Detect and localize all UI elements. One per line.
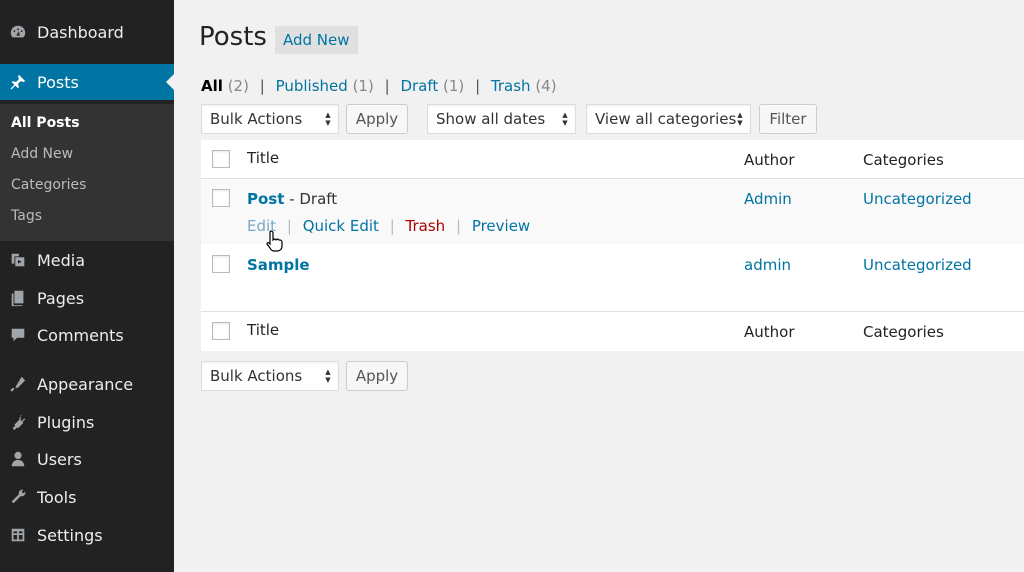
action-separator: |	[286, 217, 292, 235]
pages-icon	[8, 288, 28, 308]
post-title-link[interactable]: Post - Draft	[247, 190, 337, 208]
quick-edit-link[interactable]: Quick Edit	[303, 217, 379, 235]
filter-separator: |	[259, 77, 265, 95]
users-icon	[8, 449, 28, 469]
filter-draft[interactable]: Draft	[400, 77, 438, 95]
dates-value: Show all dates	[436, 110, 546, 128]
active-indicator	[166, 74, 174, 90]
column-author-footer: Author	[744, 323, 795, 341]
select-arrows-icon: ▲ ▼	[737, 111, 743, 127]
page-title: Posts	[199, 22, 267, 52]
sidebar-item-label: Comments	[37, 325, 124, 345]
sidebar-item-media[interactable]: Media	[0, 242, 174, 278]
sidebar-item-label: Media	[37, 250, 86, 270]
categories-select[interactable]: View all categories ▲ ▼	[586, 104, 751, 134]
trash-link[interactable]: Trash	[406, 217, 446, 235]
table-row: Post - Draft Admin Uncategorized Edit | …	[201, 180, 1024, 244]
sidebar-item-pages[interactable]: Pages	[0, 280, 174, 316]
column-categories-header: Categories	[863, 151, 944, 169]
sidebar-item-dashboard[interactable]: Dashboard	[0, 14, 174, 50]
filter-separator: |	[475, 77, 481, 95]
post-state: - Draft	[284, 190, 338, 208]
table-footer-row: Title Author Categories	[201, 311, 1024, 350]
filter-button[interactable]: Filter	[759, 104, 817, 134]
status-filter-links: All (2) | Published (1) | Draft (1) | Tr…	[201, 77, 557, 95]
row-checkbox[interactable]	[212, 189, 230, 207]
tools-icon	[8, 487, 28, 507]
post-title-text[interactable]: Post	[247, 190, 284, 208]
preview-link[interactable]: Preview	[472, 217, 530, 235]
sidebar-item-label: Settings	[37, 525, 103, 545]
post-category-link[interactable]: Uncategorized	[863, 256, 972, 274]
column-title-header[interactable]: Title	[247, 149, 279, 167]
plugins-icon	[8, 412, 28, 432]
column-author-header: Author	[744, 151, 795, 169]
filter-all[interactable]: All	[201, 77, 223, 95]
select-arrows-icon: ▲ ▼	[562, 111, 568, 127]
sidebar-item-posts[interactable]: Posts	[0, 64, 174, 100]
filter-published-count: (1)	[352, 77, 374, 95]
submenu-tags[interactable]: Tags	[11, 208, 42, 224]
comments-icon	[8, 325, 28, 345]
bulk-actions-select-bottom[interactable]: Bulk Actions ▲ ▼	[201, 361, 339, 391]
submenu-all-posts[interactable]: All Posts	[11, 115, 80, 131]
row-actions: Edit | Quick Edit | Trash | Preview	[247, 217, 530, 235]
dates-select[interactable]: Show all dates ▲ ▼	[427, 104, 576, 134]
settings-icon	[8, 525, 28, 545]
filter-draft-count: (1)	[443, 77, 465, 95]
select-arrows-icon: ▲ ▼	[325, 111, 331, 127]
post-author-link[interactable]: Admin	[744, 190, 792, 208]
sidebar-item-label: Appearance	[37, 374, 134, 394]
select-all-checkbox-footer[interactable]	[212, 322, 230, 340]
posts-table: Title Author Categories Post - Draft Adm…	[201, 140, 1024, 351]
filter-published[interactable]: Published	[276, 77, 348, 95]
appearance-icon	[8, 374, 28, 394]
pin-icon	[8, 72, 28, 92]
posts-submenu: All Posts Add New Categories Tags	[0, 104, 174, 241]
categories-value: View all categories	[595, 110, 737, 128]
select-all-checkbox[interactable]	[212, 150, 230, 168]
sidebar-item-settings[interactable]: Settings	[0, 517, 174, 553]
add-new-button[interactable]: Add New	[275, 26, 358, 54]
filter-separator: |	[384, 77, 390, 95]
post-author-link[interactable]: admin	[744, 256, 791, 274]
column-title-footer[interactable]: Title	[247, 321, 279, 339]
submenu-categories[interactable]: Categories	[11, 177, 86, 193]
admin-sidebar: Dashboard Posts All Posts Add New Catego…	[0, 0, 174, 572]
main-content: Posts Add New All (2) | Published (1) | …	[174, 0, 1024, 572]
sidebar-item-tools[interactable]: Tools	[0, 479, 174, 515]
post-category-link[interactable]: Uncategorized	[863, 190, 972, 208]
media-icon	[8, 250, 28, 270]
submenu-add-new[interactable]: Add New	[11, 146, 73, 162]
dashboard-icon	[8, 22, 28, 42]
apply-button-bottom[interactable]: Apply	[346, 361, 408, 391]
sidebar-item-label: Dashboard	[37, 22, 124, 42]
apply-button[interactable]: Apply	[346, 104, 408, 134]
sidebar-item-comments[interactable]: Comments	[0, 317, 174, 353]
select-arrows-icon: ▲ ▼	[325, 368, 331, 384]
filter-all-count: (2)	[227, 77, 249, 95]
table-header-row: Title Author Categories	[201, 140, 1024, 179]
column-categories-footer: Categories	[863, 323, 944, 341]
filter-trash-count: (4)	[535, 77, 557, 95]
sidebar-item-label: Plugins	[37, 412, 95, 432]
bulk-actions-value: Bulk Actions	[210, 367, 303, 385]
hand-pointer-cursor-icon	[266, 230, 283, 252]
table-row: Sample admin Uncategorized	[201, 244, 1024, 310]
sidebar-item-appearance[interactable]: Appearance	[0, 366, 174, 402]
action-separator: |	[389, 217, 395, 235]
sidebar-item-users[interactable]: Users	[0, 441, 174, 477]
sidebar-item-label: Posts	[37, 72, 79, 92]
bulk-actions-value: Bulk Actions	[210, 110, 303, 128]
sidebar-item-label: Users	[37, 449, 82, 469]
sidebar-item-plugins[interactable]: Plugins	[0, 404, 174, 440]
sidebar-item-label: Pages	[37, 288, 85, 308]
post-title-link[interactable]: Sample	[247, 256, 310, 274]
filter-trash[interactable]: Trash	[491, 77, 531, 95]
sidebar-item-label: Tools	[37, 487, 77, 507]
row-checkbox[interactable]	[212, 255, 230, 273]
action-separator: |	[455, 217, 462, 235]
bulk-actions-select[interactable]: Bulk Actions ▲ ▼	[201, 104, 339, 134]
